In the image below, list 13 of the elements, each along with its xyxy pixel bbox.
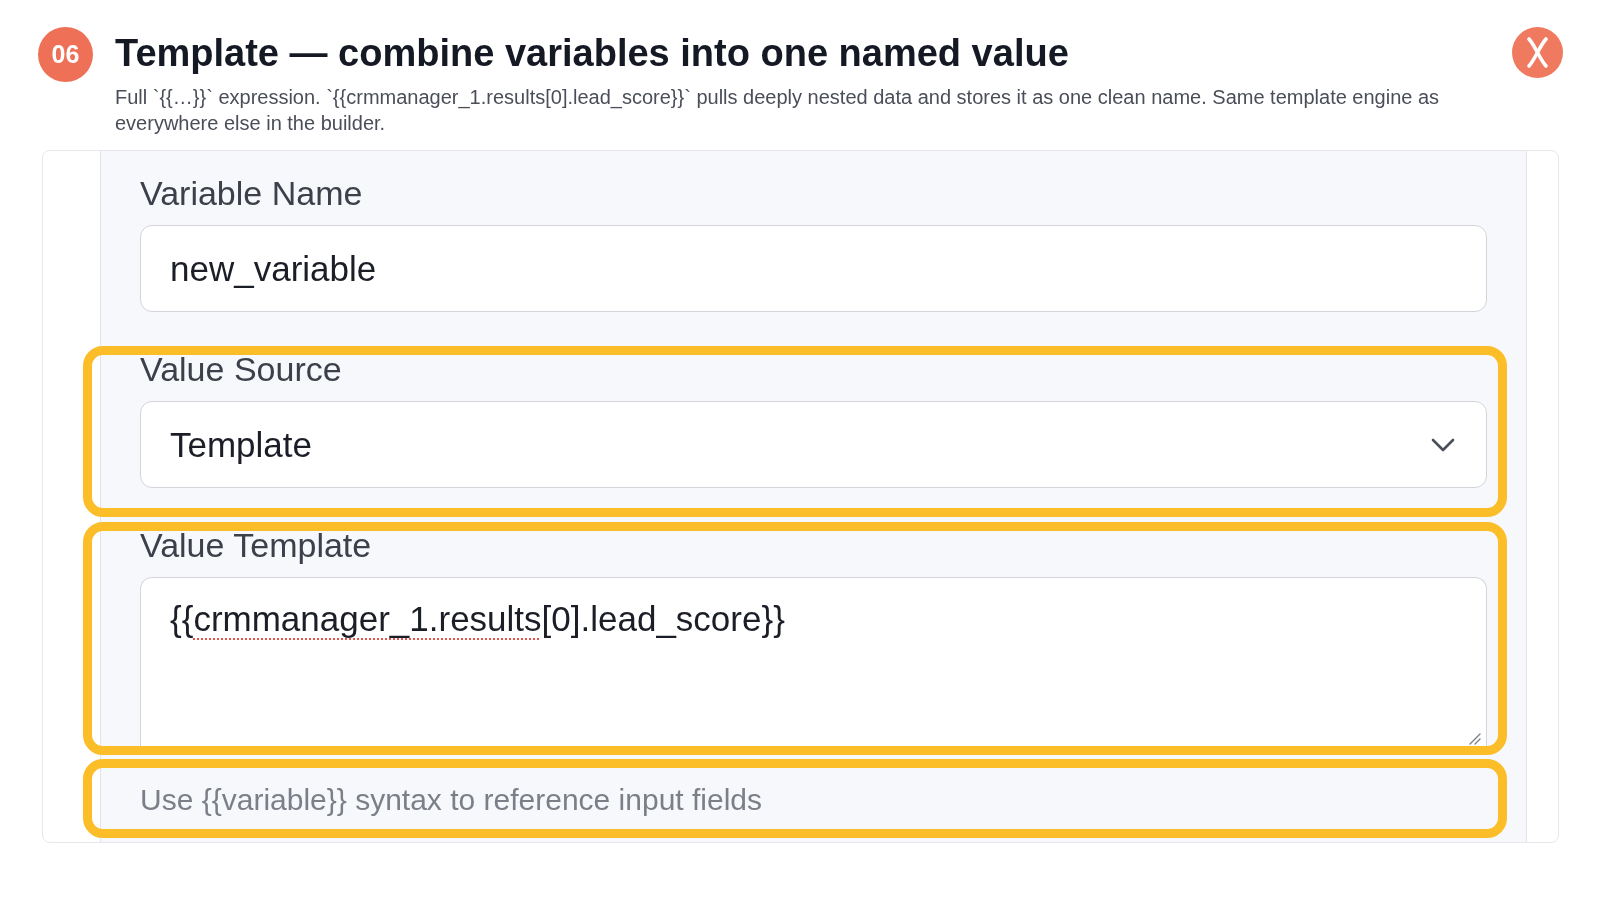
text-input[interactable]: new_variable	[140, 225, 1487, 312]
helper-text: Use {{variable}} syntax to reference input fields	[140, 783, 764, 817]
resize-handle-icon[interactable]	[1469, 733, 1481, 745]
logo-icon	[1512, 27, 1563, 78]
step-number: 06	[38, 27, 93, 82]
select-value: Template	[170, 424, 313, 465]
field-label: Variable Name	[140, 174, 364, 212]
chevron-down-icon	[1431, 437, 1455, 452]
field-label: Value Template	[140, 526, 373, 564]
select-dropdown[interactable]: Template	[140, 401, 1487, 488]
field-label: Value Source	[140, 350, 343, 388]
page-title: Template — combine variables into one named value	[115, 31, 1070, 75]
page-description: Full `{{…}}` expression. `{{crmmanager_1.results[0].lead_score}}` pulls deeply nested data and stores it as one clean name. Same template engine as everywhere else in the builder.	[115, 85, 1441, 136]
